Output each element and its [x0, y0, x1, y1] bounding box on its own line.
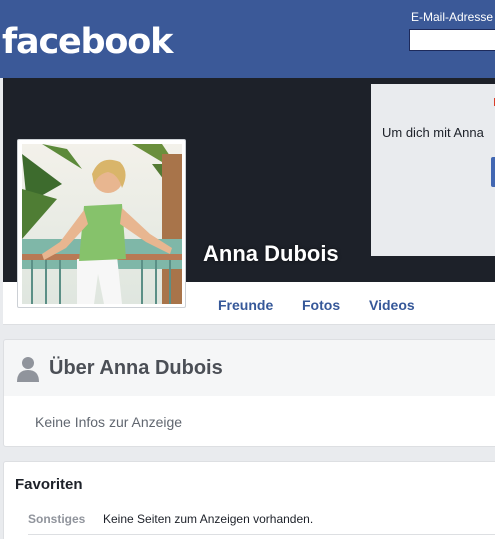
- profile-picture[interactable]: [22, 144, 182, 304]
- favorites-row-value: Keine Seiten zum Anzeigen vorhanden.: [103, 512, 314, 526]
- tab-videos[interactable]: Videos: [369, 297, 415, 313]
- email-input[interactable]: [409, 29, 495, 51]
- profile-name[interactable]: Anna Dubois: [203, 241, 339, 267]
- tab-photos[interactable]: Fotos: [302, 297, 340, 313]
- login-popup: Um dich mit Anna: [371, 84, 495, 256]
- email-label: E-Mail-Adresse: [411, 10, 494, 24]
- about-body: Keine Infos zur Anzeige: [3, 396, 495, 447]
- about-empty-text: Keine Infos zur Anzeige: [35, 414, 183, 430]
- person-icon: [17, 357, 39, 382]
- tab-friends[interactable]: Freunde: [218, 297, 273, 313]
- profile-picture-frame[interactable]: [17, 139, 186, 308]
- about-title: Über Anna Dubois: [49, 357, 223, 379]
- facebook-logo[interactable]: facebook: [2, 20, 173, 64]
- favorites-title: Favoriten: [15, 476, 83, 493]
- top-bar: facebook E-Mail-Adresse: [0, 0, 495, 78]
- login-popup-button[interactable]: [491, 157, 495, 187]
- favorites-card: Favoriten Sonstiges Keine Seiten zum Anz…: [3, 461, 495, 539]
- about-header: Über Anna Dubois: [3, 339, 495, 397]
- login-popup-text: Um dich mit Anna: [382, 125, 484, 140]
- favorites-divider: [28, 534, 495, 535]
- favorites-row-label: Sonstiges: [28, 512, 86, 526]
